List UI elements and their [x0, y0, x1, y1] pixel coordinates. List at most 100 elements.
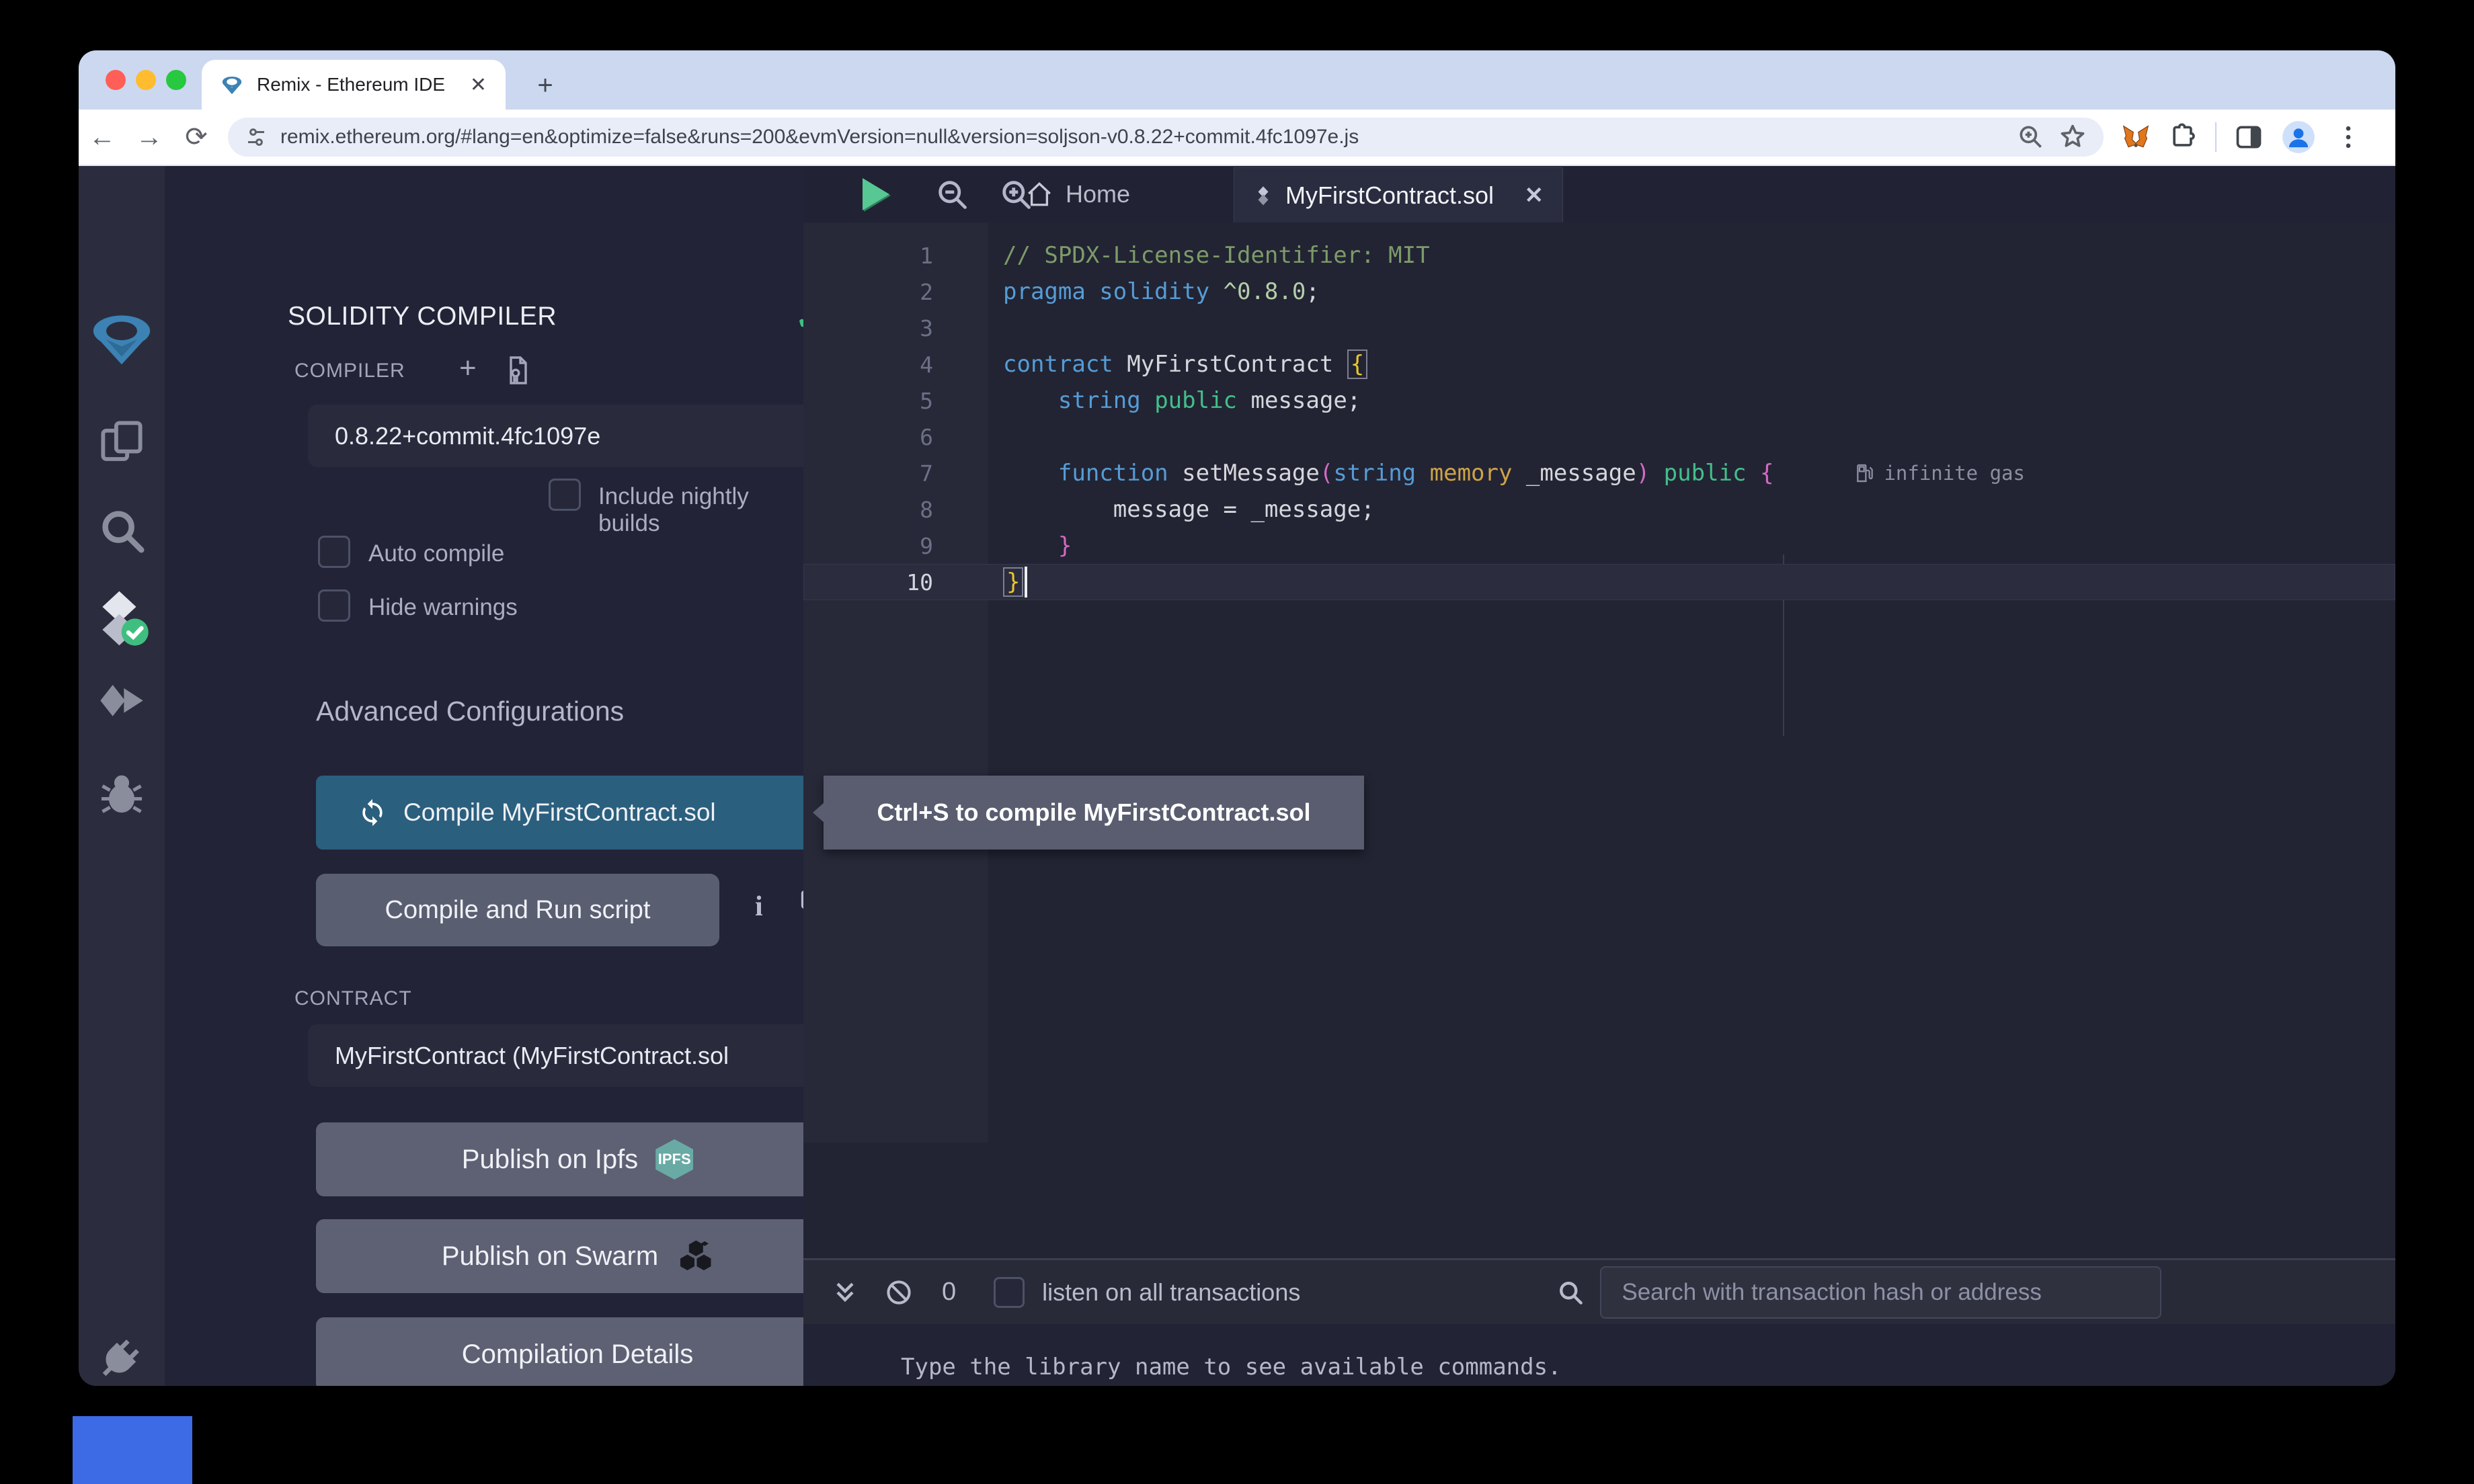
- compiler-section-label: COMPILER: [294, 360, 405, 382]
- run-script-play-icon[interactable]: [863, 178, 889, 210]
- terminal-search-input[interactable]: [1600, 1266, 2161, 1319]
- search-icon[interactable]: [88, 497, 155, 564]
- compiler-version-select[interactable]: 0.8.22+commit.4fc1097e: [308, 405, 867, 467]
- tab-myfirstcontract[interactable]: MyFirstContract.sol ✕: [1234, 167, 1563, 222]
- back-icon[interactable]: ←: [79, 122, 126, 153]
- include-nightly-checkbox[interactable]: [549, 479, 581, 511]
- compile-and-run-button[interactable]: Compile and Run script: [316, 874, 719, 946]
- publish-swarm-button[interactable]: Publish on Swarm: [316, 1219, 839, 1293]
- bookmark-star-icon[interactable]: [2058, 122, 2087, 152]
- gas-pump-icon: [1854, 462, 1876, 484]
- panel-title: SOLIDITY COMPILER: [288, 302, 557, 331]
- solidity-compiler-panel: SOLIDITY COMPILER ✓ › COMPILER + 0.8.22+…: [165, 166, 803, 1386]
- browser-tabstrip: Remix - Ethereum IDE ✕ +: [79, 50, 2395, 110]
- browser-menu-kebab-icon[interactable]: [2333, 122, 2363, 152]
- advanced-configurations-label[interactable]: Advanced Configurations: [316, 696, 624, 727]
- compile-tooltip-text: Ctrl+S to compile MyFirstContract.sol: [877, 798, 1310, 827]
- tab-home[interactable]: Home: [1025, 166, 1130, 222]
- traffic-zoom-button[interactable]: [166, 70, 186, 90]
- extensions-puzzle-icon[interactable]: [2168, 122, 2198, 152]
- remix-favicon: [221, 73, 243, 96]
- line-number: 3: [803, 315, 988, 341]
- listen-transactions-label[interactable]: listen on all transactions: [1042, 1278, 1300, 1307]
- file-tab-label: MyFirstContract.sol: [1285, 181, 1494, 210]
- debugger-icon[interactable]: [88, 759, 155, 826]
- home-icon: [1025, 180, 1053, 208]
- add-compiler-icon[interactable]: +: [459, 352, 477, 385]
- compile-and-run-label: Compile and Run script: [385, 896, 651, 925]
- auto-compile-checkbox[interactable]: [318, 536, 350, 568]
- compile-tooltip: Ctrl+S to compile MyFirstContract.sol: [824, 776, 1364, 850]
- zoom-out-icon[interactable]: [934, 177, 969, 212]
- compile-button[interactable]: Compile MyFirstContract.sol: [316, 776, 819, 850]
- file-explorer-icon[interactable]: [88, 408, 155, 475]
- code-editor[interactable]: 1// SPDX-License-Identifier: MIT2pragma …: [803, 222, 2395, 600]
- close-tab-icon[interactable]: ✕: [1525, 182, 1544, 209]
- text-cursor: [1025, 567, 1027, 597]
- code-line-1[interactable]: 1// SPDX-License-Identifier: MIT: [803, 237, 2395, 274]
- new-tab-button[interactable]: +: [528, 68, 563, 103]
- info-icon[interactable]: i: [755, 891, 763, 923]
- compiler-version-value: 0.8.22+commit.4fc1097e: [335, 422, 826, 450]
- code-line-2[interactable]: 2pragma solidity ^0.8.0;: [803, 274, 2395, 310]
- site-settings-icon[interactable]: [244, 125, 268, 149]
- remix-logo[interactable]: [88, 304, 155, 371]
- code-line-9[interactable]: 9 }: [803, 528, 2395, 564]
- listen-transactions-checkbox[interactable]: [994, 1277, 1025, 1308]
- background-window-corner: [73, 1416, 192, 1484]
- publish-ipfs-label: Publish on Ipfs: [462, 1145, 638, 1175]
- browser-window: Remix - Ethereum IDE ✕ + ← → ⟳ remix.eth…: [79, 50, 2395, 1386]
- line-number: 9: [803, 533, 988, 559]
- contract-select[interactable]: MyFirstContract (MyFirstContract.sol: [308, 1024, 867, 1087]
- plugin-manager-icon[interactable]: [88, 1323, 155, 1386]
- auto-compile-label[interactable]: Auto compile: [368, 540, 504, 567]
- editor-tabbar: Home MyFirstContract.sol ✕: [803, 166, 2395, 222]
- publish-ipfs-button[interactable]: Publish on Ipfs IPFS: [316, 1122, 839, 1196]
- icon-sidebar: [79, 166, 165, 1386]
- code-line-6[interactable]: 6: [803, 419, 2395, 455]
- metamask-extension-icon[interactable]: [2121, 122, 2151, 152]
- traffic-minimize-button[interactable]: [136, 70, 156, 90]
- swarm-logo: [676, 1237, 713, 1275]
- traffic-close-button[interactable]: [106, 70, 126, 90]
- clear-console-icon[interactable]: [884, 1278, 914, 1307]
- toolbar-divider: [2215, 122, 2217, 152]
- tab-title: Remix - Ethereum IDE: [257, 74, 456, 95]
- code-line-5[interactable]: 5 string public message;: [803, 382, 2395, 419]
- browser-toolbar: ← → ⟳ remix.ethereum.org/#lang=en&optimi…: [79, 110, 2395, 166]
- hide-warnings-label[interactable]: Hide warnings: [368, 594, 518, 621]
- line-number: 5: [803, 388, 988, 414]
- solidity-compiler-icon[interactable]: [88, 584, 155, 651]
- code-line-8[interactable]: 8 message = _message;: [803, 491, 2395, 528]
- profile-avatar[interactable]: [2281, 120, 2316, 155]
- terminal-toolbar: 0 listen on all transactions: [803, 1258, 2395, 1324]
- contract-section-label: CONTRACT: [294, 987, 412, 1010]
- code-line-3[interactable]: 3: [803, 310, 2395, 346]
- code-line-4[interactable]: 4contract MyFirstContract {: [803, 346, 2395, 382]
- compile-button-label: Compile MyFirstContract.sol: [403, 798, 716, 827]
- code-line-7[interactable]: 7 function setMessage(string memory _mes…: [803, 455, 2395, 491]
- url-text[interactable]: remix.ethereum.org/#lang=en&optimize=fal…: [280, 126, 2004, 149]
- url-bar[interactable]: remix.ethereum.org/#lang=en&optimize=fal…: [228, 118, 2104, 157]
- include-nightly-label[interactable]: Include nightly builds: [598, 483, 803, 537]
- side-panel-icon[interactable]: [2234, 122, 2264, 152]
- reload-icon[interactable]: ⟳: [173, 122, 220, 153]
- terminal-output[interactable]: Type the library name to see available c…: [803, 1324, 2395, 1386]
- zoom-page-icon[interactable]: [2016, 122, 2046, 152]
- collapse-terminal-icon[interactable]: [830, 1278, 860, 1307]
- compilation-details-button[interactable]: Compilation Details: [316, 1317, 839, 1386]
- line-number: 7: [803, 460, 988, 487]
- sync-icon: [358, 798, 387, 827]
- tab-close-icon[interactable]: ✕: [470, 73, 487, 97]
- code-line-10[interactable]: 10}: [803, 564, 2395, 600]
- solidity-file-icon: [1253, 182, 1273, 209]
- compilation-details-label: Compilation Details: [462, 1339, 694, 1370]
- transaction-count: 0: [942, 1278, 956, 1307]
- forward-icon[interactable]: →: [126, 122, 173, 153]
- license-icon[interactable]: [504, 356, 531, 385]
- deploy-run-icon[interactable]: [88, 671, 155, 739]
- line-number: 1: [803, 243, 988, 269]
- gas-estimate[interactable]: infinite gas: [1854, 462, 2025, 485]
- browser-tab[interactable]: Remix - Ethereum IDE ✕: [202, 60, 506, 110]
- hide-warnings-checkbox[interactable]: [318, 589, 350, 622]
